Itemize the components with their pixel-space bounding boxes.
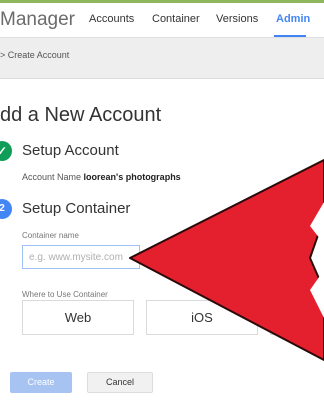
- create-button[interactable]: Create: [10, 372, 72, 393]
- active-tab-indicator: [274, 35, 306, 37]
- nav-tab-admin[interactable]: Admin: [276, 13, 310, 25]
- page-title: dd a New Account: [0, 104, 162, 126]
- checkmark-icon: ✓: [0, 141, 12, 161]
- top-navigation-bar: Manager Accounts Container Versions Admi…: [0, 3, 324, 38]
- where-to-use-label: Where to Use Container: [22, 290, 108, 299]
- platform-option-ios[interactable]: iOS: [146, 300, 258, 335]
- container-name-input[interactable]: [22, 245, 140, 269]
- nav-tab-versions[interactable]: Versions: [216, 13, 258, 25]
- arrow-highlight: [310, 202, 324, 244]
- account-name-line: Account Name loorean's photographs: [22, 172, 181, 182]
- step-setup-container-title: Setup Container: [22, 200, 131, 217]
- breadcrumb-bar: > Create Account: [0, 38, 324, 79]
- step-2-icon: 2: [0, 199, 12, 219]
- app-title: Manager: [0, 9, 75, 30]
- platform-option-web[interactable]: Web: [22, 300, 134, 335]
- container-name-label: Container name: [22, 231, 79, 240]
- account-name-label: Account Name: [22, 172, 82, 182]
- step-setup-account-title: Setup Account: [22, 142, 119, 159]
- nav-tab-accounts[interactable]: Accounts: [89, 13, 134, 25]
- breadcrumb: > Create Account: [0, 50, 70, 60]
- platform-option-partial[interactable]: [270, 300, 324, 335]
- account-name-value: loorean's photographs: [83, 172, 181, 182]
- nav-tab-container[interactable]: Container: [152, 13, 200, 25]
- cancel-button[interactable]: Cancel: [87, 372, 153, 393]
